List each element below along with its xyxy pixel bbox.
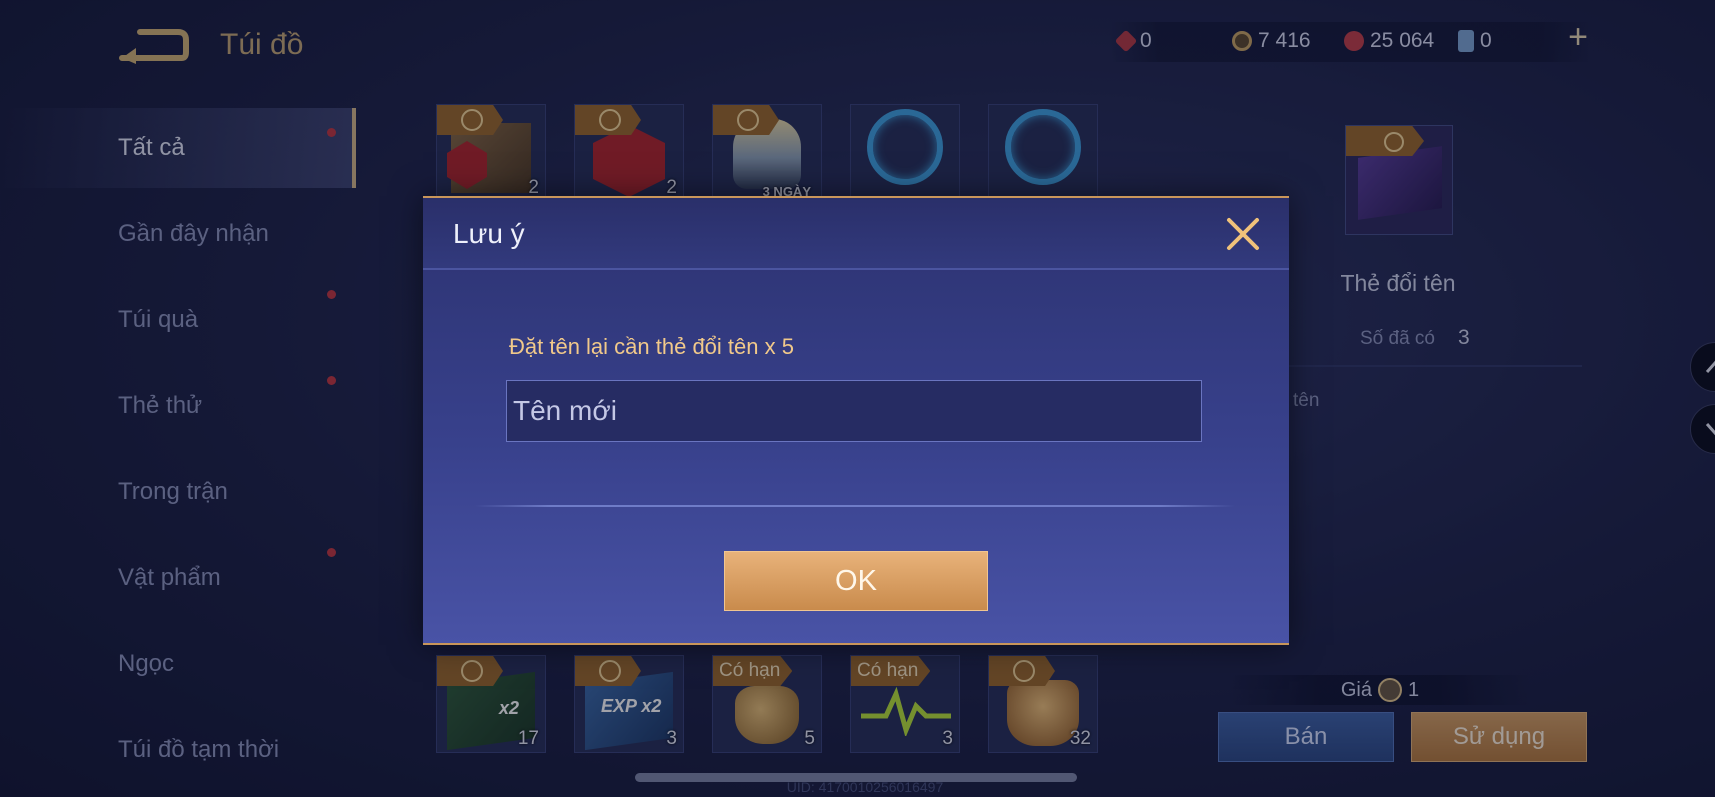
dialog-divider [475,505,1235,507]
ok-button[interactable]: OK [724,551,988,611]
dialog-header: Lưu ý [423,198,1289,270]
rename-dialog: Lưu ý Đặt tên lại cần thẻ đổi tên x 5 OK [423,196,1289,645]
close-button[interactable] [1223,214,1263,254]
dialog-title: Lưu ý [453,218,525,249]
new-name-input[interactable] [506,380,1202,442]
rename-notice: Đặt tên lại cần thẻ đổi tên x 5 [509,334,794,359]
close-icon [1227,218,1259,250]
